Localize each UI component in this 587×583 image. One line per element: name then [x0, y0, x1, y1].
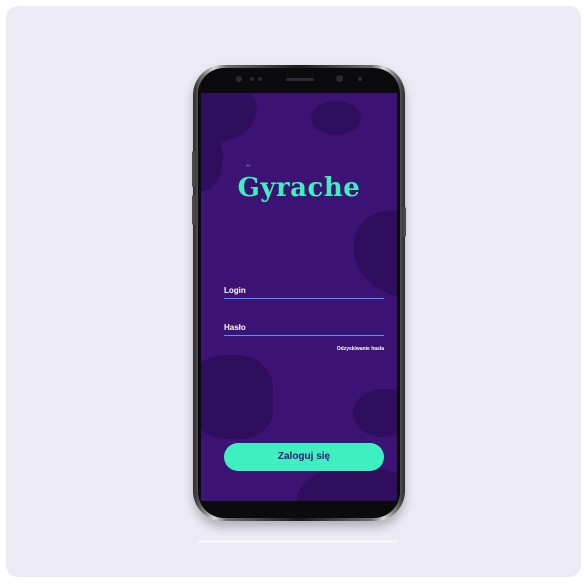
background-shape	[353, 389, 397, 437]
login-underline	[224, 298, 384, 299]
sensor-icon	[258, 77, 262, 81]
app-logo: ՛՛ Gyrache	[201, 165, 397, 203]
volume-button	[192, 151, 195, 187]
logo-text: Gyrache	[237, 173, 361, 203]
front-camera-icon	[336, 75, 343, 82]
phone-shadow	[198, 540, 398, 543]
password-field[interactable]: Hasło	[224, 323, 384, 336]
recover-password-link[interactable]: Odzyskiwanie hasła	[337, 346, 384, 352]
password-label: Hasło	[224, 323, 246, 332]
sensor-icon	[250, 77, 254, 81]
login-field[interactable]: Login	[224, 286, 384, 299]
power-button	[403, 207, 406, 237]
background-shape	[201, 355, 273, 439]
app-screen: ՛՛ Gyrache Login Hasło Odzyskiwanie hasł…	[201, 93, 397, 501]
bixby-button	[192, 195, 195, 225]
camera-icon	[236, 76, 242, 82]
phone-body: ՛՛ Gyrache Login Hasło Odzyskiwanie hasł…	[198, 68, 400, 518]
phone-frame: ՛՛ Gyrache Login Hasło Odzyskiwanie hasł…	[192, 65, 406, 521]
password-underline	[224, 335, 384, 336]
iris-sensor-icon	[358, 77, 362, 81]
login-label: Login	[224, 286, 246, 295]
login-button[interactable]: Zaloguj się	[224, 443, 384, 471]
background-shape	[311, 101, 361, 135]
speaker-grille	[286, 78, 314, 81]
sparkle-icon: ՛՛	[246, 165, 251, 175]
